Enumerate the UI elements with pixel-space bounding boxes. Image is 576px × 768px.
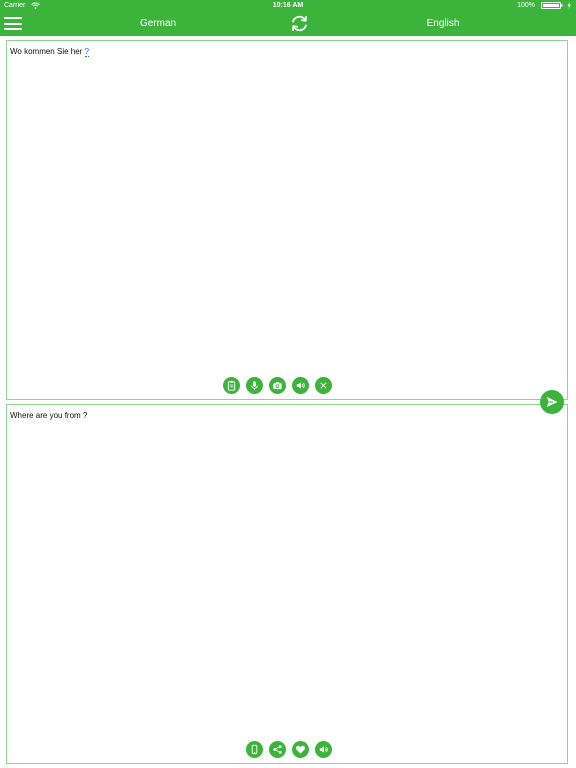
battery-percent: 100% — [517, 2, 535, 9]
translation-toolbar — [246, 741, 332, 758]
microphone-icon[interactable] — [246, 377, 263, 394]
camera-icon[interactable] — [269, 377, 286, 394]
source-text-field[interactable]: Wo kommen Sie her ? — [10, 47, 550, 57]
share-icon[interactable] — [269, 741, 286, 758]
status-bar: Carrier 10:16 AM 100% — [0, 0, 576, 11]
language-bar: German English — [0, 11, 576, 36]
source-text-panel[interactable]: Wo kommen Sie her ? — [6, 40, 568, 400]
clear-icon[interactable] — [315, 377, 332, 394]
source-language-button[interactable]: German — [108, 11, 208, 36]
translation-panel: Where are you from ? — [6, 404, 568, 764]
source-toolbar — [223, 377, 332, 394]
source-text: Wo kommen Sie her — [10, 47, 83, 56]
status-time: 10:16 AM — [272, 2, 304, 9]
clipboard-paste-icon[interactable] — [223, 377, 240, 394]
copy-icon[interactable] — [246, 741, 263, 758]
swap-languages-icon[interactable] — [289, 13, 310, 34]
speaker-icon[interactable] — [315, 741, 332, 758]
heart-icon[interactable] — [292, 741, 309, 758]
hamburger-menu-icon[interactable] — [4, 15, 22, 32]
send-icon[interactable] — [540, 390, 564, 414]
speaker-icon[interactable] — [292, 377, 309, 394]
translation-text: Where are you from ? — [10, 411, 88, 420]
battery-icon — [541, 2, 563, 9]
target-language-button[interactable]: English — [393, 11, 493, 36]
text-cursor: ? — [84, 47, 90, 57]
charging-icon — [567, 2, 571, 9]
